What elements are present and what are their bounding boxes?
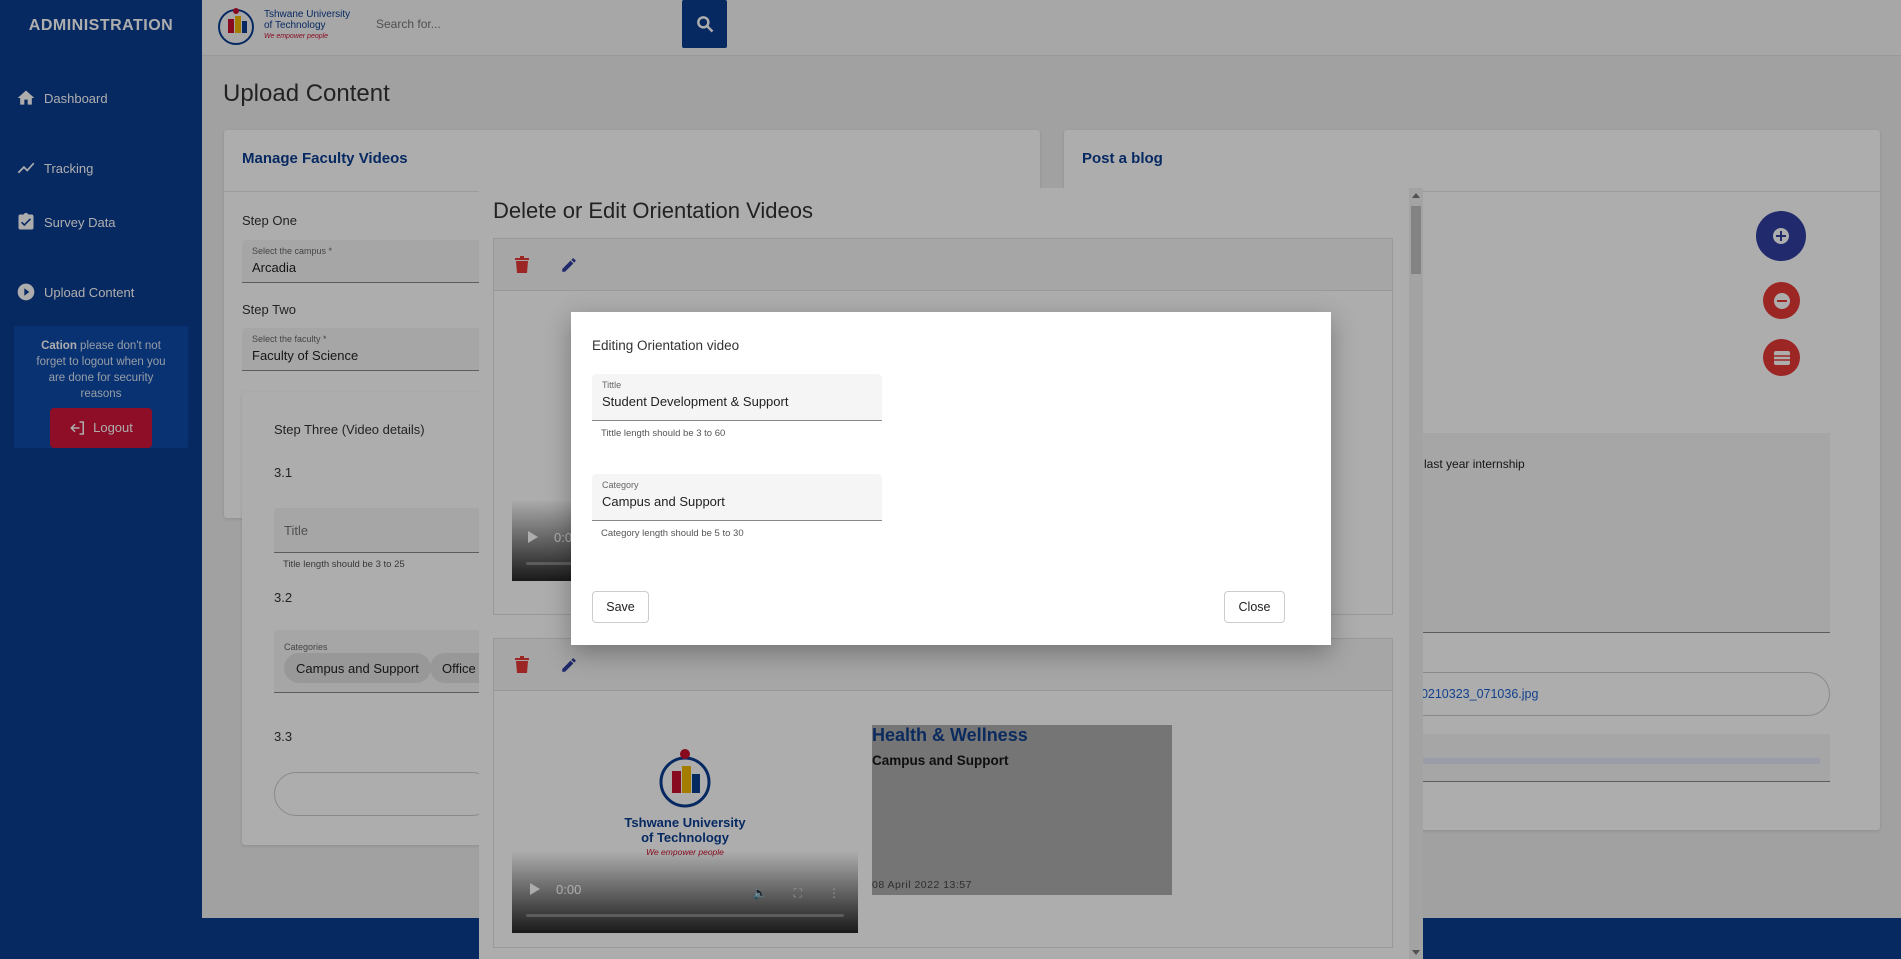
save-button[interactable]: Save xyxy=(592,591,649,623)
edit-dialog-backdrop-text-cover xyxy=(872,725,1172,895)
edit-dialog-title: Editing Orientation video xyxy=(592,338,740,353)
category-input-hint: Category length should be 5 to 30 xyxy=(601,528,744,539)
category-input-label: Category xyxy=(602,480,639,490)
edit-video-dialog: Editing Orientation video Tittle Student… xyxy=(571,312,1331,645)
category-input-value: Campus and Support xyxy=(602,494,725,509)
video-title-input[interactable]: Tittle Student Development & Support xyxy=(592,374,882,421)
title-input-label: Tittle xyxy=(602,380,622,390)
title-input-hint: Tittle length should be 3 to 60 xyxy=(601,428,726,439)
title-input-value: Student Development & Support xyxy=(602,394,789,409)
close-button[interactable]: Close xyxy=(1224,591,1285,623)
category-input[interactable]: Category Campus and Support xyxy=(592,474,882,521)
